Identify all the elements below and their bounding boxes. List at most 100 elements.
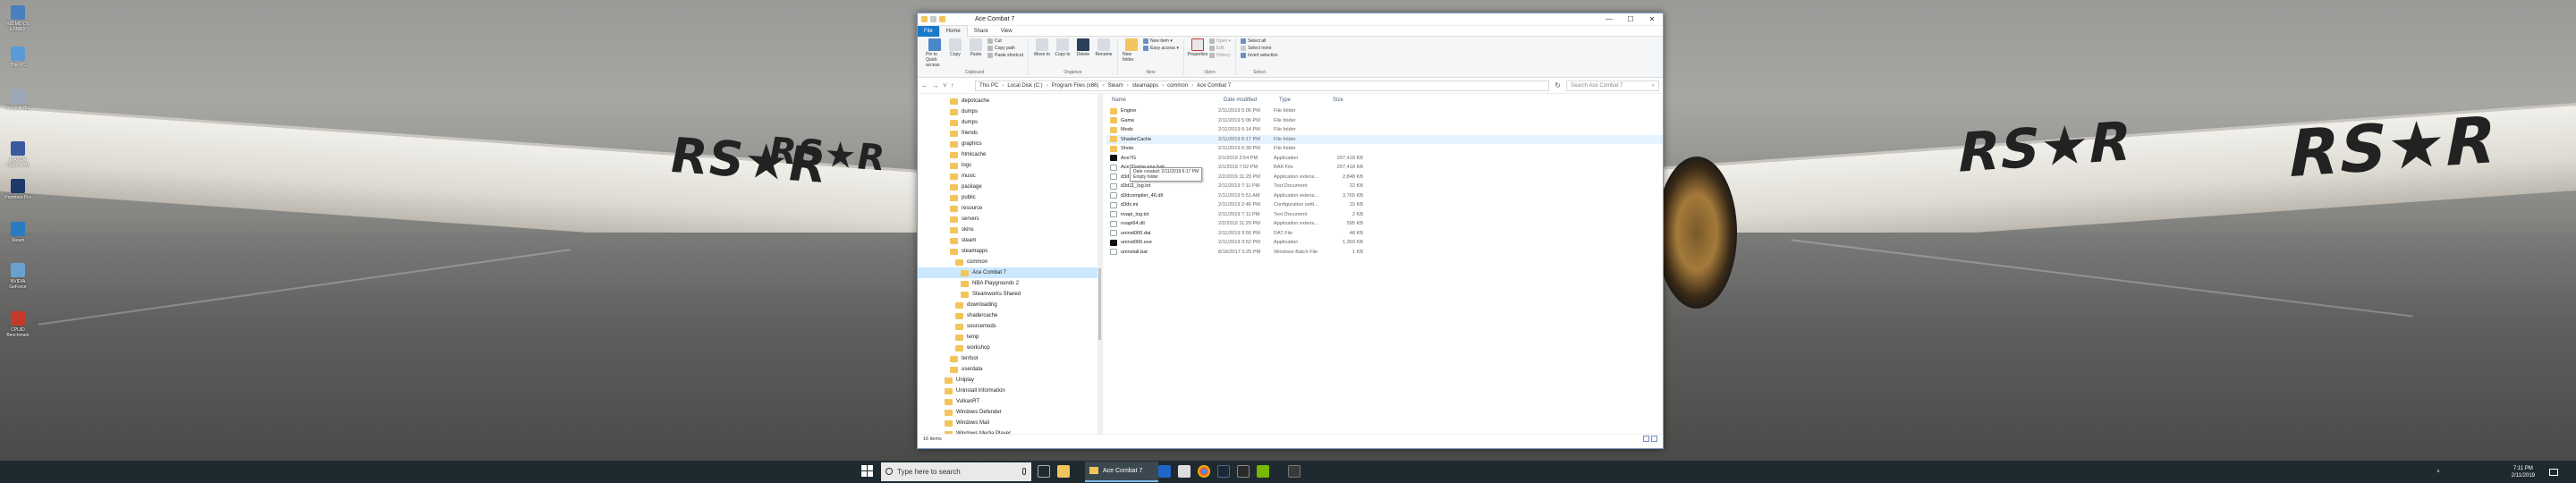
file-explorer-icon[interactable] <box>1057 465 1070 478</box>
file-row[interactable]: Ace7G 2/1/2019 3:54 PM Application 207,418 … <box>1106 154 1663 164</box>
desktop-icon[interactable]: Recycle Bin <box>4 89 32 111</box>
copy-to-button[interactable]: Copy to <box>1054 38 1072 70</box>
task-view-icon[interactable] <box>1038 465 1050 478</box>
breadcrumb-item[interactable]: Ace Combat 7 <box>1197 83 1231 89</box>
breadcrumb-item[interactable]: Program Files (x86) <box>1052 83 1099 89</box>
nav-tree-item[interactable]: Uniplay <box>918 375 1102 386</box>
file-row[interactable]: d3dx.ini 2/11/2019 2:46 PM Configuration s… <box>1106 200 1663 210</box>
nav-tree-item[interactable]: NBA Playgrounds 2 <box>918 278 1102 289</box>
desktop-icon[interactable]: MAXON Cinema 4D <box>4 141 32 168</box>
nav-tree-item[interactable]: servers <box>918 214 1102 225</box>
nav-tree-item[interactable]: graphics <box>918 139 1102 149</box>
refresh-button[interactable]: ↻ <box>1555 81 1561 89</box>
nav-tree-item[interactable]: downloading <box>918 300 1102 310</box>
paste-shortcut-button[interactable]: Paste shortcut <box>987 53 1023 58</box>
close-button[interactable]: ✕ <box>1641 13 1663 26</box>
nav-tree-item[interactable]: common <box>918 257 1102 267</box>
desktop-icon[interactable]: Premiere Pro <box>4 179 32 200</box>
delete-button[interactable]: Delete <box>1074 38 1092 70</box>
large-icons-view-icon[interactable] <box>1651 436 1657 442</box>
new-folder-button[interactable]: New folder <box>1123 38 1140 70</box>
desktop-icon[interactable]: Steam <box>4 222 32 243</box>
pin-quick-access-button[interactable]: Pin to Quick access <box>926 38 944 70</box>
new-folder-icon[interactable] <box>939 16 945 22</box>
invert-selection-button[interactable]: Invert selection <box>1241 53 1278 58</box>
chrome-icon[interactable] <box>1198 465 1210 478</box>
desktop-icon[interactable]: CPUID Benchmark <box>4 311 32 338</box>
tab-file[interactable]: File <box>918 25 939 37</box>
nav-tree-item[interactable]: Ace Combat 7 <box>918 267 1102 278</box>
back-button[interactable]: ← <box>921 81 928 89</box>
file-row[interactable]: Shots 2/11/2019 6:39 PM File folder <box>1106 144 1663 154</box>
nav-tree-item[interactable]: public <box>918 192 1102 203</box>
nav-tree-item[interactable]: music <box>918 171 1102 182</box>
new-item-button[interactable]: New item ▾ <box>1142 38 1179 44</box>
search-input[interactable]: Search Ace Combat 7 ⌕ <box>1566 80 1659 91</box>
file-row[interactable]: ShaderCache 2/11/2019 6:17 PM File folder <box>1106 134 1663 144</box>
nav-tree-item[interactable]: dumps <box>918 106 1102 117</box>
breadcrumb-separator[interactable]: › <box>1127 83 1129 89</box>
edit-button[interactable]: Edit <box>1208 46 1231 51</box>
nav-tree-item[interactable]: friends <box>918 128 1102 139</box>
column-type[interactable]: Type <box>1274 97 1327 103</box>
clock[interactable]: 7:11 PM 2/11/2019 <box>2512 465 2535 479</box>
file-row[interactable]: d3dcompiler_46.dll 2/11/2019 5:51 AM Appli… <box>1106 191 1663 201</box>
notifications-icon[interactable] <box>2549 468 2558 476</box>
file-row[interactable]: nvapi64.dll 2/2/2019 11:29 PM Application … <box>1106 219 1663 229</box>
nav-tree-item[interactable]: Windows Mail <box>918 418 1102 428</box>
column-date-modified[interactable]: Date modified <box>1218 97 1274 103</box>
breadcrumb-item[interactable]: steamapps <box>1132 83 1158 89</box>
properties-button[interactable]: Properties <box>1188 38 1208 70</box>
nav-tree-item[interactable]: VulkanRT <box>918 396 1102 407</box>
file-row[interactable]: uninst000.exe 2/11/2019 3:52 PM Applicatio… <box>1106 238 1663 248</box>
breadcrumb-separator[interactable]: › <box>1191 83 1193 89</box>
desktop-icon[interactable]: NVIDIA GeForce <box>4 263 32 290</box>
select-none-button[interactable]: Select none <box>1241 46 1278 51</box>
maximize-button[interactable]: ☐ <box>1620 13 1641 26</box>
nav-tree-item[interactable]: resource <box>918 203 1102 214</box>
nav-tree-item[interactable]: Windows Defender <box>918 407 1102 418</box>
nav-tree-item[interactable]: userdata <box>918 364 1102 375</box>
history-button[interactable]: History <box>1208 53 1231 58</box>
show-hidden-icons[interactable]: ˄ <box>2436 470 2440 475</box>
nav-tree-item[interactable]: package <box>918 182 1102 192</box>
file-row[interactable]: Mods 2/11/2019 6:14 PM File folder <box>1106 125 1663 135</box>
file-row[interactable]: uninstall.bat 8/16/2017 5:25 PM Windows Ba… <box>1106 248 1663 258</box>
open-button[interactable]: Open ▾ <box>1208 38 1231 44</box>
column-size[interactable]: Size <box>1327 97 1363 103</box>
cut-button[interactable]: Cut <box>987 38 1023 44</box>
navigation-scrollbar[interactable] <box>1097 94 1102 434</box>
desktop-icon[interactable]: This PC <box>4 47 32 68</box>
windows-start-icon[interactable] <box>861 465 874 478</box>
nav-tree-item[interactable]: logs <box>918 160 1102 171</box>
taskbar-app-ace-combat-7[interactable]: Ace Combat 7 <box>1085 462 1158 482</box>
breadcrumb-separator[interactable]: › <box>1102 83 1104 89</box>
nav-tree-item[interactable]: Steamworks Shared <box>918 289 1102 300</box>
nvidia-icon[interactable] <box>1257 465 1269 478</box>
up-button[interactable]: ↑ <box>951 81 954 89</box>
select-all-button[interactable]: Select all <box>1241 38 1278 44</box>
nav-tree-item[interactable]: depotcache <box>918 96 1102 106</box>
taskbar-search-input[interactable]: Type here to search <box>881 462 1031 481</box>
tab-home[interactable]: Home <box>938 24 968 38</box>
media-player-icon[interactable] <box>1237 465 1250 478</box>
tab-view[interactable]: View <box>995 26 1019 37</box>
file-row[interactable]: d3d11_log.txt 2/11/2019 7:11 PM Text Docum… <box>1106 182 1663 191</box>
nav-tree-item[interactable]: steam <box>918 235 1102 246</box>
nav-tree-item[interactable]: temp <box>918 332 1102 343</box>
nav-tree-item[interactable]: tenfoot <box>918 353 1102 364</box>
breadcrumb-separator[interactable]: › <box>1046 83 1048 89</box>
address-bar[interactable]: This PC › Local Disk (C:) › Program Files (x… <box>975 80 1550 91</box>
edge-icon[interactable] <box>1158 465 1171 478</box>
nav-tree-item[interactable]: sourcemods <box>918 321 1102 332</box>
nav-tree-item[interactable]: Uninstall Information <box>918 386 1102 396</box>
recent-locations-button[interactable]: ˅ <box>943 81 947 89</box>
nav-tree-item[interactable]: shadercache <box>918 310 1102 321</box>
breadcrumb-item[interactable]: common <box>1167 83 1188 89</box>
rename-button[interactable]: Rename <box>1095 38 1113 70</box>
nav-tree-item[interactable]: skins <box>918 225 1102 235</box>
paste-button[interactable]: Paste <box>967 38 985 70</box>
app-icon[interactable] <box>1288 465 1301 478</box>
mail-icon[interactable] <box>1178 465 1191 478</box>
minimize-button[interactable]: — <box>1598 13 1620 26</box>
